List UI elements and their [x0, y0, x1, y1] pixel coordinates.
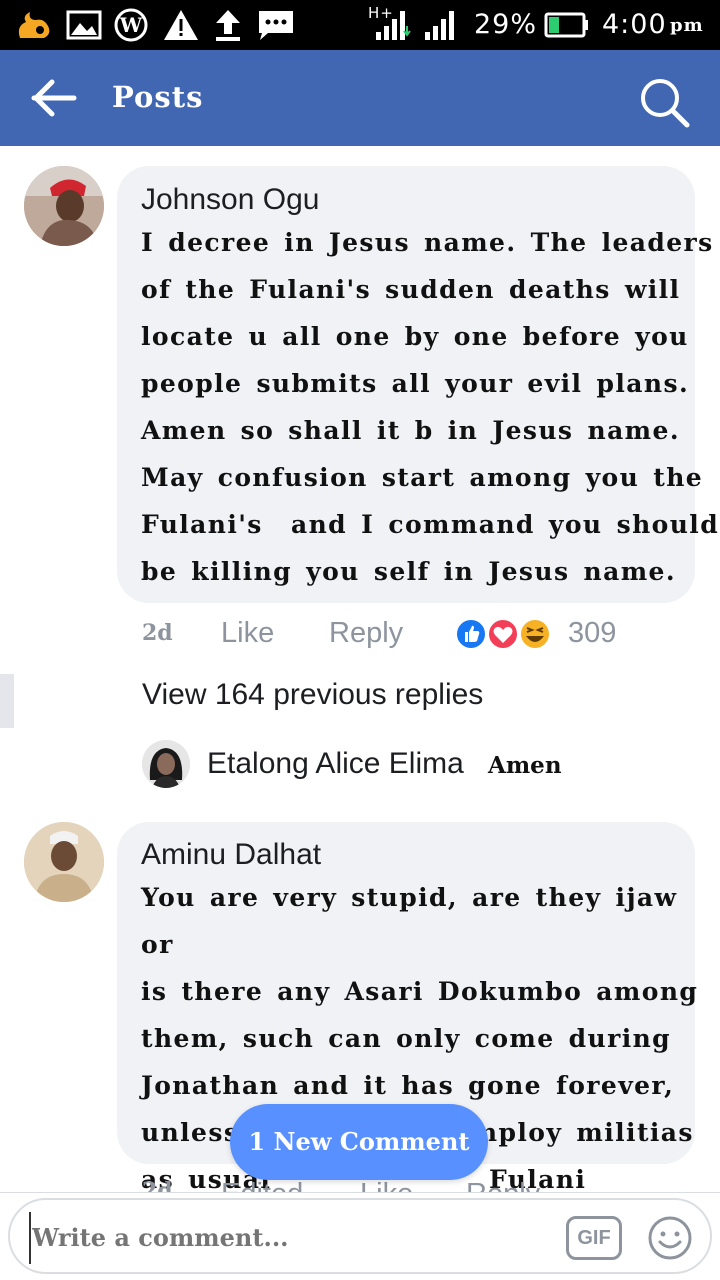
scroll-edge-indicator	[0, 674, 14, 728]
upload-icon	[216, 10, 240, 41]
comment-line: locate u all one by one before you	[141, 322, 689, 351]
haha-reaction-icon	[519, 618, 551, 650]
comment-author[interactable]: Aminu Dalhat	[141, 838, 321, 872]
warning-icon	[164, 10, 198, 40]
comment-line: Fulani's and I command you should	[141, 510, 720, 539]
battery-percent: 29%	[474, 9, 538, 40]
avatar-etalong-alice-elima[interactable]	[142, 740, 190, 788]
app-bar: Posts	[0, 50, 720, 146]
comment-line: Amen so shall it b in Jesus name.	[141, 416, 680, 445]
battery-icon	[544, 12, 588, 38]
reaction-count[interactable]: 309	[568, 617, 616, 650]
comment-composer: GIF	[8, 1198, 712, 1274]
signal-icon-1	[376, 11, 411, 40]
comment-line: I decree in Jesus name. The leaders	[141, 228, 714, 257]
comment-line: be killing you self in Jesus name.	[141, 557, 676, 586]
message-icon	[259, 11, 293, 40]
comment-body: I decree in Jesus name. The leaders of t…	[141, 219, 719, 595]
view-previous-replies-link[interactable]: View 164 previous replies	[142, 678, 483, 712]
page-title: Posts	[112, 80, 204, 114]
comment-line: Jonathan and it has gone forever,	[141, 1071, 675, 1100]
like-button[interactable]: Like	[221, 617, 274, 650]
new-comment-pill[interactable]: 1 New Comment	[230, 1104, 488, 1180]
comment-author[interactable]: Johnson Ogu	[141, 183, 319, 217]
svg-text:W: W	[119, 13, 143, 37]
reply-text: Amen	[488, 752, 562, 779]
uc-browser-icon	[18, 12, 50, 38]
reactions-icons[interactable]	[455, 616, 555, 652]
profile-photo	[142, 740, 190, 788]
reply-author[interactable]: Etalong Alice Elima	[207, 747, 464, 781]
signal-icon-2	[425, 11, 454, 40]
comment-line: people submits all your evil plans.	[141, 369, 690, 398]
status-bar: W H+ 29% 4:00 pm	[0, 0, 720, 50]
avatar-aminu-dalhat[interactable]	[24, 822, 104, 902]
comment-line: is there any Asari Dokumbo among	[141, 977, 699, 1006]
comment-input[interactable]	[28, 1214, 548, 1260]
emoji-icon[interactable]	[646, 1214, 694, 1262]
clock-ampm: pm	[670, 15, 704, 36]
reply-button[interactable]: Reply	[329, 617, 403, 650]
comment-line: them, such can only come during	[141, 1024, 672, 1053]
comment-time: 2d	[142, 620, 173, 646]
search-icon[interactable]	[636, 74, 692, 130]
avatar-johnson-ogu[interactable]	[24, 166, 104, 246]
back-arrow-icon[interactable]	[30, 76, 80, 120]
comment-line: May confusion start among you the	[141, 463, 704, 492]
comment-line: of the Fulani's sudden deaths will	[141, 275, 681, 304]
clock-time: 4:00	[602, 9, 667, 40]
profile-photo	[24, 822, 104, 902]
like-reaction-icon	[455, 618, 487, 650]
gif-button[interactable]: GIF	[566, 1216, 622, 1260]
wordpress-icon: W	[114, 8, 148, 42]
profile-photo	[24, 166, 104, 246]
gallery-icon	[66, 10, 102, 40]
comment-line: You are very stupid, are they ijaw or	[141, 883, 678, 959]
love-reaction-icon	[487, 618, 519, 650]
